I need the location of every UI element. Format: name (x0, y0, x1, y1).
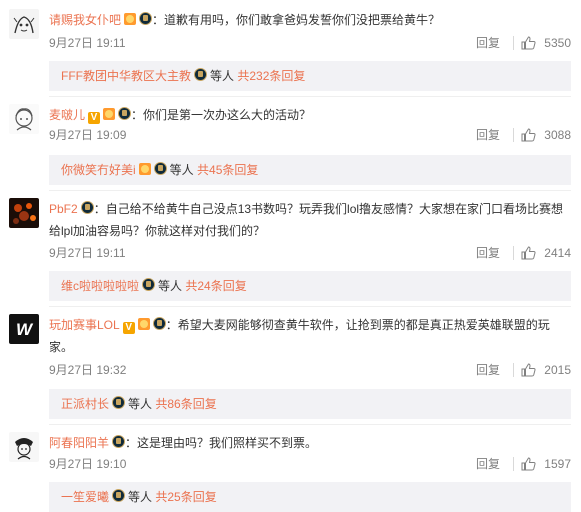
comment-username[interactable]: 麦啵儿 (49, 108, 85, 122)
reply-thread[interactable]: FFF教团中华教区大主教 等人 共232条回复 (49, 61, 571, 91)
like-count: 5350 (544, 36, 571, 50)
reply-thread[interactable]: 正派村长 等人 共86条回复 (49, 389, 571, 419)
comment-time: 9月27日 19:11 (49, 36, 126, 50)
vip-badge-icon[interactable] (103, 108, 116, 120)
comment-username[interactable]: 玩加赛事LOL (49, 318, 120, 332)
lol-badge-icon[interactable] (139, 12, 153, 25)
like-count: 3088 (544, 128, 571, 142)
thread-username[interactable]: 维c啦啦啦啦啦 (61, 279, 139, 293)
reply-button[interactable]: 回复 (476, 362, 500, 378)
thread-count[interactable]: 共25条回复 (155, 490, 216, 504)
divider (49, 424, 571, 425)
reply-thread[interactable]: 你微笑冇好美i 等人 共45条回复 (49, 155, 571, 185)
reply-button[interactable]: 回复 (476, 245, 500, 261)
reply-thread[interactable]: 维c啦啦啦啦啦 等人 共24条回复 (49, 271, 571, 301)
thread-count[interactable]: 共45条回复 (197, 163, 258, 177)
comment-text: ：这是理由吗？我们照样买不到票。 (125, 436, 318, 450)
reply-button[interactable]: 回复 (476, 127, 500, 143)
lol-badge-icon[interactable] (112, 435, 126, 448)
avatar-logo: W (16, 320, 34, 339)
avatar[interactable] (9, 432, 39, 462)
like-count: 1597 (544, 457, 571, 471)
v-badge-icon[interactable]: V (122, 322, 135, 334)
divider (49, 306, 571, 307)
comment-text: ：自己给不给黄牛自己没点13书数吗？玩弄我们lol撸友感情？大家想在家门口看场比… (49, 202, 564, 238)
comment-meta: 9月27日 19:32 回复 2015 (49, 362, 571, 378)
reply-thread[interactable]: 一笙爱曦 等人 共25条回复 (49, 482, 571, 512)
lol-badge-icon[interactable] (112, 489, 126, 502)
vip-badge-icon[interactable] (137, 318, 150, 330)
lol-badge-icon[interactable] (112, 396, 126, 409)
comment-username[interactable]: 请赐我女仆吧 (49, 13, 121, 27)
thread-username[interactable]: 你微笑冇好美i (61, 163, 136, 177)
avatar[interactable] (9, 198, 39, 228)
avatar[interactable] (9, 9, 39, 39)
comment-username[interactable]: PbF2 (49, 202, 78, 216)
lol-badge-icon[interactable] (153, 162, 167, 175)
comment-meta: 9月27日 19:11 回复 5350 (49, 35, 571, 51)
reply-button[interactable]: 回复 (476, 35, 500, 51)
lol-badge-icon[interactable] (142, 278, 156, 291)
thread-people: 等人 (210, 69, 235, 83)
comment-time: 9月27日 19:10 (49, 457, 127, 471)
lol-badge-icon[interactable] (80, 201, 94, 214)
lol-badge-icon[interactable] (152, 317, 166, 330)
thread-count[interactable]: 共24条回复 (185, 279, 246, 293)
avatar[interactable] (9, 104, 39, 134)
like-count: 2015 (544, 363, 571, 377)
divider (49, 190, 571, 191)
vip-badge-icon[interactable] (138, 163, 151, 175)
comment-time: 9月27日 19:32 (49, 363, 127, 377)
comment-meta: 9月27日 19:11 回复 2414 (49, 245, 571, 261)
reply-button[interactable]: 回复 (476, 456, 500, 472)
thread-username[interactable]: FFF教团中华教区大主教 (61, 69, 191, 83)
comment-username[interactable]: 阿春阳阳羊 (49, 436, 109, 450)
comment-time: 9月27日 19:11 (49, 246, 126, 260)
vip-badge-icon[interactable] (124, 13, 137, 25)
avatar[interactable]: W (9, 314, 39, 344)
comment-time: 9月27日 19:09 (49, 128, 127, 142)
thread-username[interactable]: 正派村长 (61, 397, 109, 411)
comment-meta: 9月27日 19:09 回复 3088 (49, 127, 571, 143)
thread-count[interactable]: 共86条回复 (155, 397, 216, 411)
comment-body: 麦啵儿 V ：你们是第一次办这么大的活动？ (49, 104, 571, 126)
lol-badge-icon[interactable] (118, 107, 132, 120)
divider (49, 96, 571, 97)
thread-people: 等人 (128, 397, 153, 411)
thread-people: 等人 (169, 163, 194, 177)
comment-body: 请赐我女仆吧 ：道歉有用吗，你们敢拿爸妈发誓你们没把票给黄牛？ (49, 9, 571, 31)
thread-username[interactable]: 一笙爱曦 (61, 490, 109, 504)
like-count: 2414 (544, 246, 571, 260)
comment-text: ：道歉有用吗，你们敢拿爸妈发誓你们没把票给黄牛？ (152, 13, 441, 27)
comment-body: 玩加赛事LOL V ：希望大麦网能够彻查黄牛软件，让抢到票的都是真正热爱英雄联盟的玩… (49, 314, 571, 358)
comment-body: 阿春阳阳羊 ：这是理由吗？我们照样买不到票。 (49, 432, 571, 454)
divider (513, 36, 514, 50)
thread-people: 等人 (128, 490, 153, 504)
comment-body: PbF2 ：自己给不给黄牛自己没点13书数吗？玩弄我们lol撸友感情？大家想在家门… (49, 198, 571, 242)
v-badge-icon[interactable]: V (88, 112, 101, 124)
thread-people: 等人 (158, 279, 183, 293)
lol-badge-icon[interactable] (194, 68, 207, 81)
comment-text: ：你们是第一次办这么大的活动？ (131, 108, 312, 122)
comment-meta: 9月27日 19:10 回复 1597 (49, 456, 571, 472)
divider (513, 128, 514, 142)
divider (513, 246, 514, 260)
divider (513, 363, 514, 377)
divider (513, 457, 514, 471)
thread-count[interactable]: 共232条回复 (237, 69, 305, 83)
